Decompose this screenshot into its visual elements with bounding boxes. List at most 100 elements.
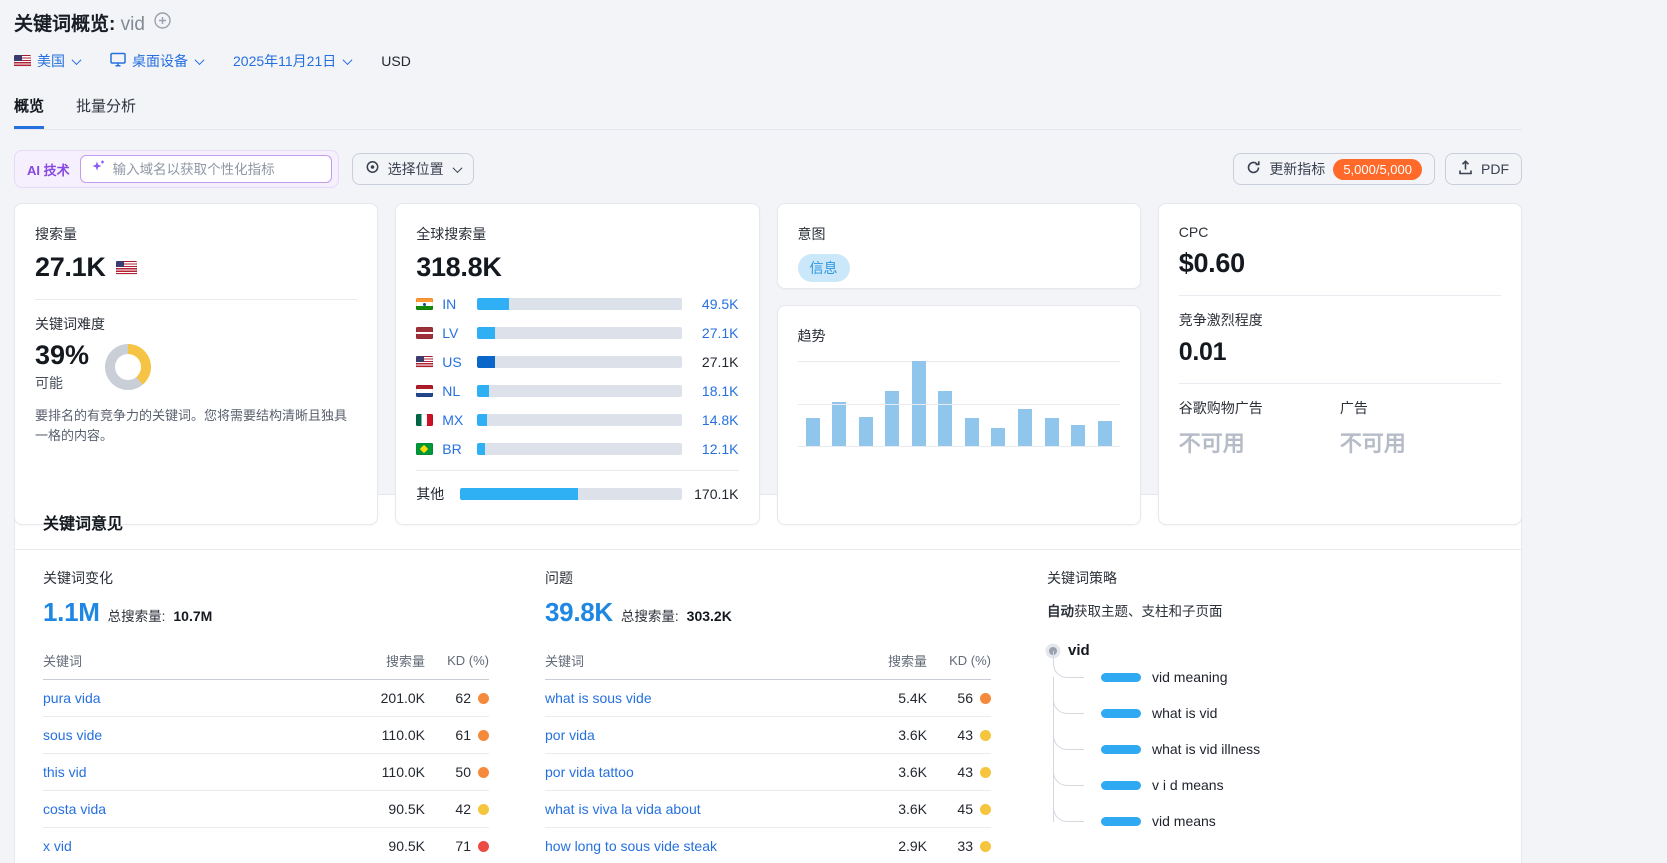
trend-title: 趋势 [797, 328, 826, 344]
chevron-down-icon [71, 54, 82, 65]
tab-bulk-analysis[interactable]: 批量分析 [76, 95, 136, 129]
tab-overview[interactable]: 概览 [14, 95, 45, 129]
global-volume-value: 318.8K [416, 252, 502, 282]
refresh-metrics-button[interactable]: 更新指标 5,000/5,000 [1233, 153, 1435, 185]
currency-label: USD [381, 53, 411, 69]
other-volume-bar [460, 488, 682, 500]
topic-bar-icon [1101, 672, 1141, 682]
strategy-child: v i d means [1053, 749, 1493, 822]
strategy-child-label[interactable]: vid meaning [1152, 669, 1228, 685]
topic-bar-icon [1101, 816, 1141, 826]
competition-value: 0.01 [1178, 338, 1227, 366]
keyword-link[interactable]: sous vide [43, 727, 102, 743]
kd-value: 71 [455, 838, 471, 854]
domain-input[interactable] [112, 161, 321, 177]
variations-title: 关键词变化 [43, 570, 113, 586]
tab-bar: 概览 批量分析 [14, 95, 1522, 130]
country-code-link[interactable]: MX [442, 412, 468, 428]
strategy-child-label[interactable]: what is vid illness [1152, 741, 1260, 757]
table-row: what is sous vide 5.4K 56 [545, 679, 991, 717]
variations-count-link[interactable]: 1.1M [43, 597, 100, 628]
kd-value: 61 [455, 727, 471, 743]
kd-dot [980, 766, 991, 778]
country-volume-value[interactable]: 49.5K [691, 296, 739, 312]
column-header-keyword[interactable]: 关键词 [43, 642, 349, 680]
questions-count-link[interactable]: 39.8K [545, 597, 613, 628]
kd-dot [478, 729, 489, 741]
kd-dot [478, 766, 489, 778]
topic-bar-icon [1101, 744, 1141, 754]
kd-title: 关键词难度 [35, 316, 105, 332]
column-header-volume[interactable]: 搜索量 [851, 642, 927, 680]
country-code-link[interactable]: LV [442, 325, 468, 341]
variations-table: 关键词 搜索量 KD (%) pura vida 201.0K 62 sous … [43, 642, 489, 863]
keyword-link[interactable]: por vida [545, 727, 595, 743]
kd-value: 56 [957, 690, 973, 706]
country-volume-value[interactable]: 27.1K [691, 354, 739, 370]
search-volume-value: 27.1K [35, 252, 106, 282]
variations-total-label: 总搜索量: [107, 609, 166, 624]
strategy-title: 关键词策略 [1047, 570, 1117, 586]
volume-cell: 5.4K [851, 679, 927, 717]
date-filter[interactable]: 2025年11月21日 [233, 51, 353, 71]
keyword-link[interactable]: what is sous vide [545, 690, 652, 706]
page-title: 关键词概览: vid [14, 9, 145, 36]
add-keyword-icon[interactable] [154, 11, 171, 34]
country-volume-value[interactable]: 27.1K [691, 325, 739, 341]
table-row: what is viva la vida about 3.6K 45 [545, 790, 991, 828]
trend-bar [1018, 408, 1032, 446]
keyword-link[interactable]: costa vida [43, 801, 106, 817]
variations-total-value: 10.7M [173, 608, 213, 624]
metric-cards: 搜索量 27.1K 关键词难度 39% 可能 要排名的有竞争力的关键词。您将需要… [14, 203, 1522, 525]
country-code-link[interactable]: BR [442, 441, 468, 457]
country-volume-value[interactable]: 12.1K [691, 441, 739, 457]
country-code-link[interactable]: IN [442, 296, 468, 312]
trend-bars [798, 361, 1120, 446]
intent-badge[interactable]: 信息 [797, 254, 850, 282]
kd-dot [980, 729, 991, 741]
keyword-link[interactable]: por vida tattoo [545, 764, 634, 780]
other-countries-row: 其他 170.1K [416, 484, 738, 504]
country-volume-value[interactable]: 18.1K [691, 383, 739, 399]
br-flag-icon [416, 443, 434, 455]
keyword-link[interactable]: x vid [43, 838, 72, 854]
lv-flag-icon [416, 327, 434, 339]
strategy-column: 关键词策略 自动获取主题、支柱和子页面 vid vid meaning what… [1047, 568, 1493, 863]
kd-value: 45 [957, 801, 973, 817]
keyword-link[interactable]: pura vida [43, 690, 101, 706]
ai-tech-label: AI 技术 [27, 162, 70, 178]
country-row: US 27.1K [416, 354, 739, 370]
strategy-child-label[interactable]: v i d means [1152, 777, 1224, 793]
kd-description: 要排名的有竞争力的关键词。您将需要结构清晰且独具一格的内容。 [35, 408, 348, 444]
trend-bar [1097, 420, 1112, 446]
country-volume-value[interactable]: 14.8K [691, 412, 739, 428]
country-volume-bar-fill [477, 327, 495, 339]
keyword-link[interactable]: what is viva la vida about [545, 801, 701, 817]
export-pdf-button[interactable]: PDF [1445, 153, 1522, 185]
volume-cell: 110.0K [349, 716, 425, 754]
keyword-link[interactable]: how long to sous vide steak [545, 838, 717, 854]
table-row: por vida tattoo 3.6K 43 [545, 753, 991, 791]
kd-value: 43 [957, 727, 973, 743]
column-header-volume[interactable]: 搜索量 [349, 642, 425, 680]
topic-bar-icon [1101, 708, 1141, 718]
trend-bar [1044, 417, 1059, 446]
column-header-kd[interactable]: KD (%) [425, 642, 489, 680]
strategy-child-label[interactable]: what is vid [1152, 705, 1217, 721]
device-filter[interactable]: 桌面设备 [110, 51, 205, 71]
select-location-label: 选择位置 [387, 161, 444, 177]
country-code-link[interactable]: US [442, 354, 468, 370]
country-volume-bar [477, 356, 682, 368]
ads-value: 不可用 [1339, 431, 1406, 456]
country-filter[interactable]: 美国 [14, 51, 82, 71]
strategy-child-label[interactable]: vid means [1152, 813, 1216, 829]
column-header-kd[interactable]: KD (%) [927, 642, 991, 680]
strategy-child: vid meaning [1053, 651, 1493, 714]
column-header-keyword[interactable]: 关键词 [545, 642, 851, 680]
keyword-link[interactable]: this vid [43, 764, 87, 780]
intent-card: 意图 信息 [776, 203, 1141, 289]
kd-value: 33 [957, 838, 973, 854]
select-location-button[interactable]: 选择位置 [351, 153, 474, 185]
country-code-link[interactable]: NL [442, 383, 468, 399]
strategy-root: vid [1047, 642, 1493, 659]
